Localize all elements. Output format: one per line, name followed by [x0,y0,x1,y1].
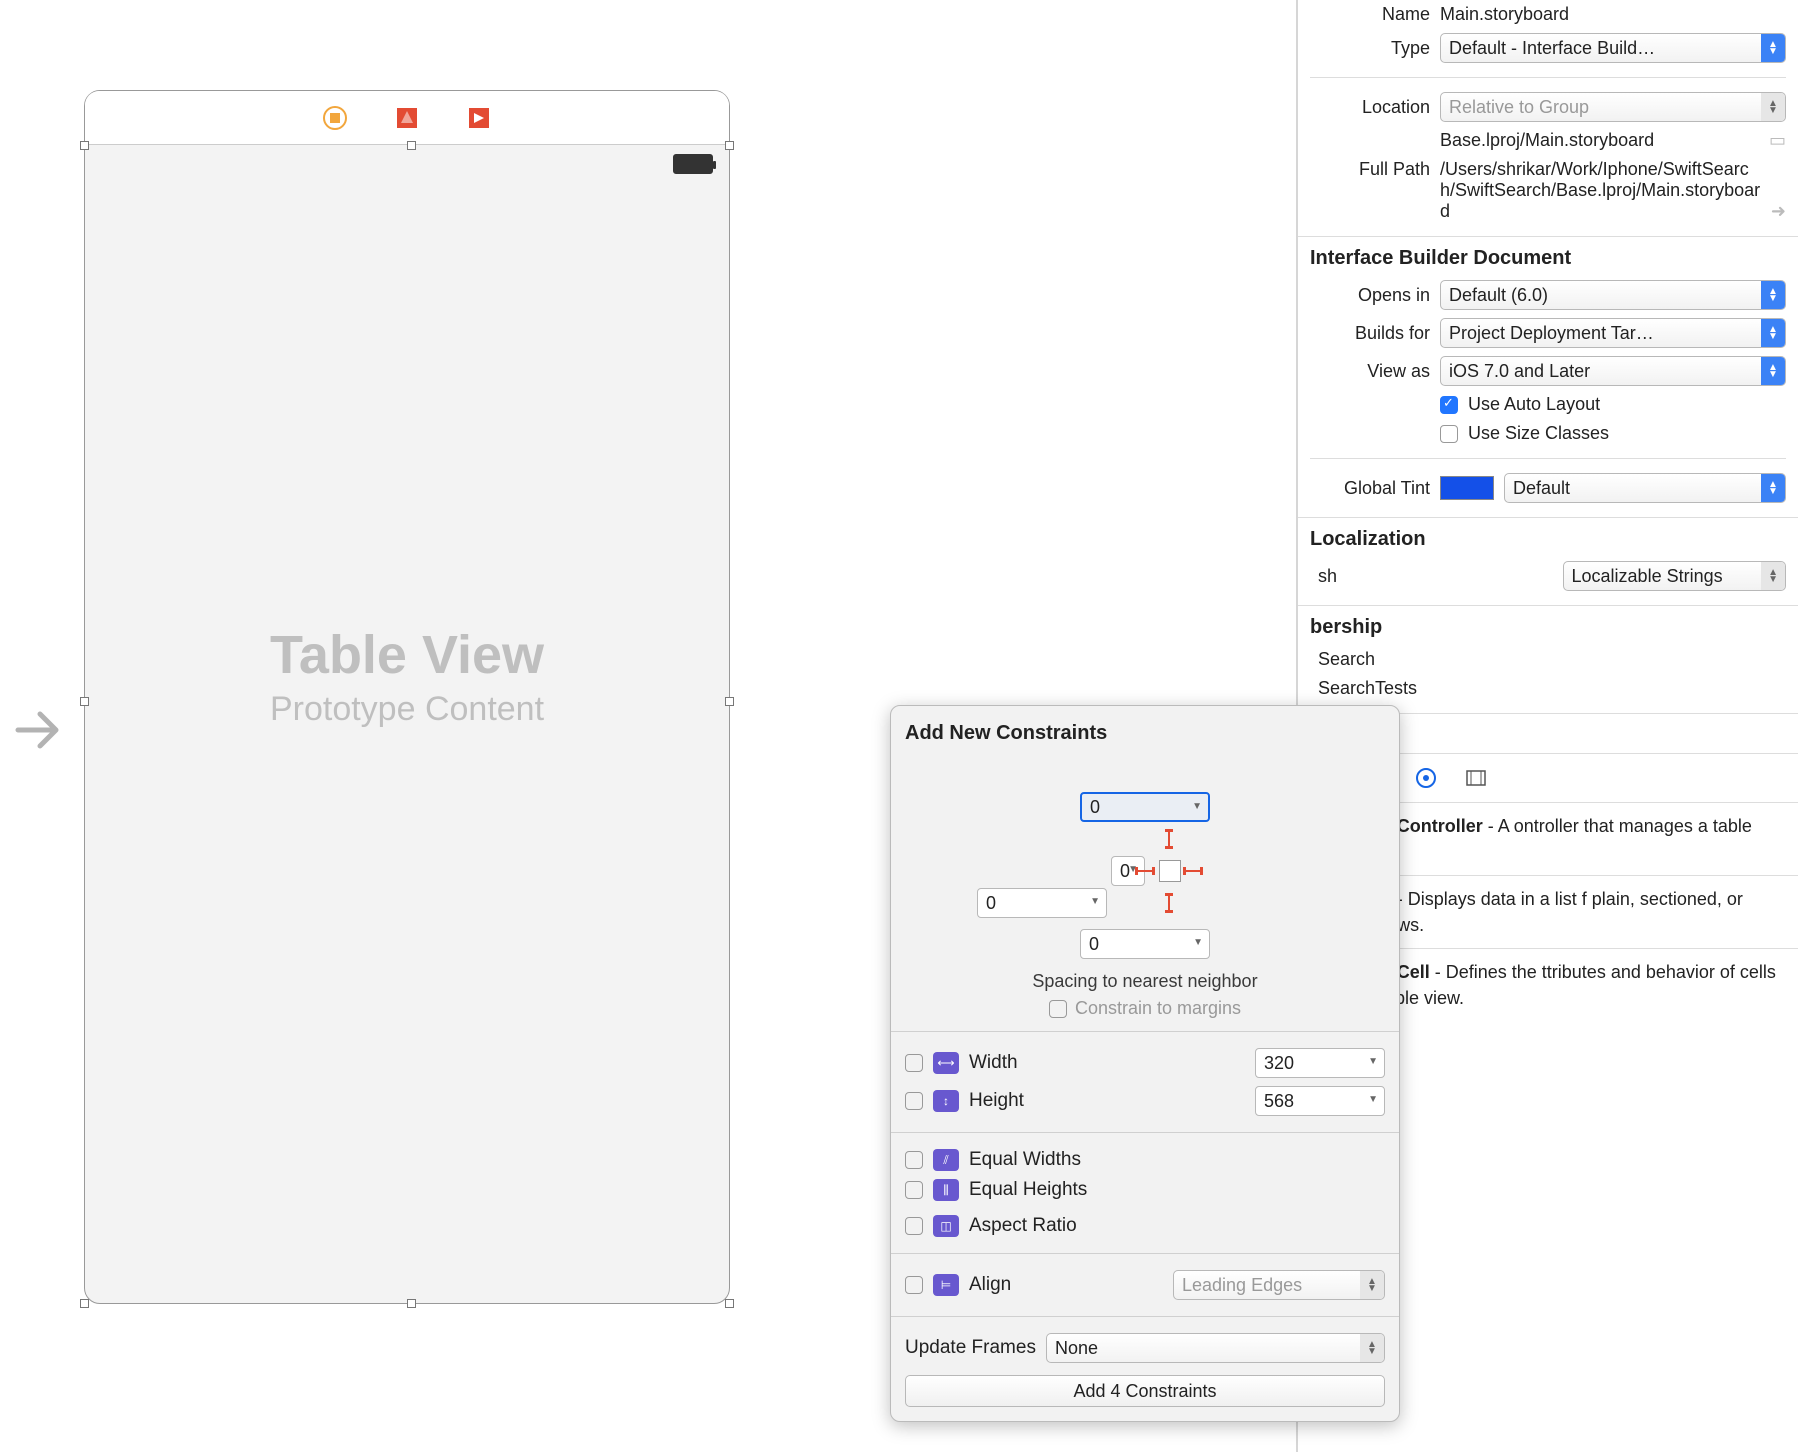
left-bar-icon[interactable] [1135,867,1155,875]
align-checkbox[interactable] [905,1276,923,1294]
scene-toolbar [85,91,729,145]
table-view-placeholder[interactable]: Table View Prototype Content [85,624,729,729]
segue-arrow-icon [10,700,70,765]
constrain-margins-checkbox[interactable] [1049,1000,1067,1018]
folder-icon[interactable]: ▭ [1769,130,1786,151]
placeholder-title: Table View [85,624,729,686]
spacing-label: Spacing to nearest neighbor [905,971,1385,992]
height-input[interactable]: 568▼ [1255,1086,1385,1116]
align-icon: ⊨ [933,1274,959,1296]
exit-icon[interactable] [463,102,495,134]
equal-widths-icon: ⫽ [933,1149,959,1171]
width-checkbox[interactable] [905,1054,923,1072]
name-value: Main.storyboard [1440,4,1569,25]
first-responder-icon[interactable] [391,102,423,134]
membership-item[interactable]: Search [1318,649,1375,670]
height-icon: ↕ [933,1090,959,1112]
membership-item[interactable]: SearchTests [1318,678,1417,699]
bottom-spacing-input[interactable]: 0▼ [1080,929,1210,959]
membership-section-header: bership [1298,605,1798,645]
view-controller-icon[interactable] [319,102,351,134]
equal-widths-checkbox[interactable] [905,1151,923,1169]
opens-in-select[interactable]: Default (6.0)▲▼ [1440,280,1786,310]
localization-section-header: Localization [1298,517,1798,557]
right-spacing-input[interactable]: 0▼ [977,888,1107,918]
bottom-bar-icon[interactable] [1165,893,1173,913]
global-tint-colorwell[interactable] [1440,476,1494,500]
media-library-icon[interactable] [1464,766,1488,790]
center-box-icon [1159,860,1181,882]
placeholder-subtitle: Prototype Content [85,690,729,729]
update-frames-select[interactable]: None▲▼ [1046,1333,1385,1363]
storyboard-scene[interactable]: Table View Prototype Content [84,90,730,1304]
battery-icon [673,154,713,174]
aspect-ratio-checkbox[interactable] [905,1217,923,1235]
localization-select[interactable]: Localizable Strings▲▼ [1563,561,1787,591]
height-checkbox[interactable] [905,1092,923,1110]
builds-for-select[interactable]: Project Deployment Tar…▲▼ [1440,318,1786,348]
size-classes-checkbox[interactable] [1440,425,1458,443]
popover-title: Add New Constraints [905,722,1385,745]
right-bar-icon[interactable] [1183,867,1203,875]
add-constraints-button[interactable]: Add 4 Constraints [905,1375,1385,1407]
name-label: Name [1310,4,1430,25]
location-select[interactable]: Relative to Group▲▼ [1440,92,1786,122]
top-bar-icon[interactable] [1165,829,1173,849]
equal-heights-icon: ⫼ [933,1179,959,1201]
global-tint-select[interactable]: Default▲▼ [1504,473,1786,503]
add-constraints-popover: Add New Constraints 0▼ 0▼ 0▼ 0▼ Spacing … [890,705,1400,1422]
fullpath-label: Full Path [1310,159,1430,180]
equal-heights-checkbox[interactable] [905,1181,923,1199]
fullpath-value: /Users/shrikar/Work/Iphone/SwiftSearch/S… [1440,159,1761,222]
top-spacing-input[interactable]: 0▼ [1080,792,1210,822]
type-select[interactable]: Default - Interface Build…▲▼ [1440,33,1786,63]
aspect-ratio-icon: ◫ [933,1215,959,1237]
width-input[interactable]: 320▼ [1255,1048,1385,1078]
location-label: Location [1310,97,1430,118]
auto-layout-checkbox[interactable] [1440,396,1458,414]
location-path: Base.lproj/Main.storyboard [1440,130,1759,151]
object-library-icon[interactable] [1414,766,1438,790]
type-label: Type [1310,38,1430,59]
ib-section-header: Interface Builder Document [1298,236,1798,276]
reveal-icon[interactable]: ➜ [1771,201,1786,222]
width-icon: ⟷ [933,1052,959,1074]
view-as-select[interactable]: iOS 7.0 and Later▲▼ [1440,356,1786,386]
align-select[interactable]: Leading Edges▲▼ [1173,1270,1385,1300]
